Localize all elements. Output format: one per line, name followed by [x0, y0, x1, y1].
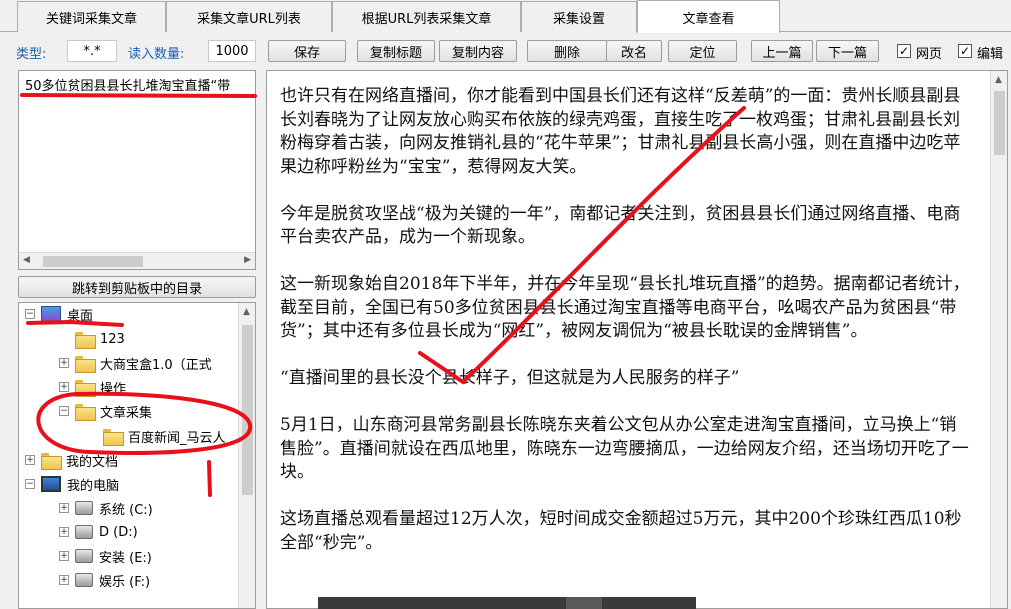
collapse-icon[interactable]: − [25, 479, 35, 489]
copy-content-button[interactable]: 复制内容 [439, 40, 517, 62]
article-paragraph: 这场直播总观看量超过12万人次，短时间成交金额超过5万元，其中200个珍珠红西瓜… [280, 509, 962, 553]
count-label: 读入数量: [128, 47, 185, 62]
edit-checkbox[interactable]: ✓ [958, 44, 972, 58]
article-viewer[interactable]: 也许只有在网络直播间，你才能看到中国县长们还有这样“反差萌”的一面：贵州长顺县副… [266, 70, 1008, 609]
desktop-icon [41, 305, 61, 323]
scroll-right-icon[interactable]: ▶ [244, 255, 251, 265]
expand-icon[interactable]: + [59, 551, 69, 561]
collapse-icon[interactable]: − [59, 406, 69, 416]
web-checkbox-label: 网页 [916, 47, 943, 62]
tree-node-my-documents[interactable]: + 我的文档 [25, 449, 118, 471]
list-item[interactable]: 50多位贫困县县长扎堆淘宝直播“带 [25, 75, 257, 94]
tree-scrollbar[interactable]: ▲ [238, 303, 255, 608]
scroll-thumb[interactable] [43, 256, 143, 267]
tree-node-baidu-news[interactable]: 百度新闻_马云人 [103, 425, 226, 447]
folder-icon [41, 452, 62, 470]
folder-icon [75, 403, 96, 421]
jump-to-clipboard-dir-button[interactable]: 跳转到剪贴板中的目录 [18, 276, 256, 298]
count-input[interactable]: 1000 [208, 40, 256, 62]
rename-button[interactable]: 改名 [606, 40, 662, 62]
open-folder-icon [103, 428, 124, 446]
save-button[interactable]: 保存 [268, 40, 346, 62]
checkmark-icon: ✓ [959, 44, 971, 58]
tab-settings[interactable]: 采集设置 [521, 1, 637, 32]
tree-node-drive-f[interactable]: + 娱乐 (F:) [59, 569, 150, 591]
article-paragraph: 今年是脱贫攻坚战“极为关键的一年”，南都记者关注到，贫困县县长们通过网络直播、电… [280, 203, 961, 248]
article-paragraph: “直播间里的县长没个县长样子，但这就是为人民服务的样子” [280, 368, 740, 388]
tree-node-desktop[interactable]: − 桌面 [25, 303, 93, 325]
scroll-left-icon[interactable]: ◀ [23, 255, 30, 265]
article-scrollbar[interactable]: ▲ [990, 71, 1007, 608]
expand-icon[interactable]: + [59, 503, 69, 513]
tree-node-drive-c[interactable]: + 系统 (C:) [59, 497, 153, 519]
tree-node-drive-d[interactable]: + D (D:) [59, 521, 138, 543]
tree-node-123[interactable]: 123 [75, 328, 125, 350]
tree-node-my-computer[interactable]: − 我的电脑 [25, 473, 119, 495]
type-input[interactable]: *.* [67, 40, 117, 62]
expand-icon[interactable]: + [59, 382, 69, 392]
edit-checkbox-label: 编辑 [977, 47, 1004, 62]
drive-icon [75, 525, 93, 539]
article-paragraph: 也许只有在网络直播间，你才能看到中国县长们还有这样“反差萌”的一面：贵州长顺县副… [280, 86, 961, 177]
tab-collect-by-url[interactable]: 根据URL列表采集文章 [332, 1, 521, 32]
drive-icon [75, 501, 93, 515]
checkmark-icon: ✓ [898, 44, 910, 58]
scroll-up-icon[interactable]: ▲ [995, 75, 1002, 85]
locate-button[interactable]: 定位 [668, 40, 737, 62]
folder-tree[interactable]: − 桌面 123 + 大商宝盒1.0（正式 + 操作 − 文章采集 百度新闻_马… [18, 302, 256, 609]
tab-keyword-collect[interactable]: 关键词采集文章 [17, 1, 166, 32]
toolbar: 类型: *.* 读入数量: 1000 保存 复制标题 复制内容 删除 改名 定位… [0, 38, 1011, 66]
web-checkbox[interactable]: ✓ [897, 44, 911, 58]
scroll-up-icon[interactable]: ▲ [243, 307, 250, 317]
article-paragraph: 这一新现象始自2018年下半年，并在今年呈现“县长扎堆玩直播”的趋势。据南都记者… [280, 274, 970, 341]
drive-icon [75, 573, 93, 587]
taskbar-strip [318, 597, 696, 609]
expand-icon[interactable]: + [59, 358, 69, 368]
tab-bar: 关键词采集文章 采集文章URL列表 根据URL列表采集文章 采集设置 文章查看 [0, 0, 1011, 33]
delete-button[interactable]: 删除 [527, 40, 607, 62]
type-label: 类型: [16, 47, 47, 62]
article-file-list[interactable]: 50多位贫困县县长扎堆淘宝直播“带 ◀ ▶ [18, 70, 256, 270]
folder-icon [75, 355, 96, 373]
folder-icon [75, 331, 96, 349]
computer-icon [41, 476, 61, 492]
copy-title-button[interactable]: 复制标题 [357, 40, 435, 62]
prev-button[interactable]: 上一篇 [751, 40, 813, 62]
expand-icon[interactable]: + [59, 527, 69, 537]
article-paragraph: 5月1日，山东商河县常务副县长陈晓东夹着公文包从办公室走进淘宝直播间，立马换上“… [280, 415, 969, 482]
tree-node-drive-e[interactable]: + 安装 (E:) [59, 545, 152, 567]
drive-icon [75, 549, 93, 563]
article-body[interactable]: 也许只有在网络直播间，你才能看到中国县长们还有这样“反差萌”的一面：贵州长顺县副… [280, 85, 970, 579]
tree-node-dashang[interactable]: + 大商宝盒1.0（正式 [59, 352, 212, 374]
collapse-icon[interactable]: − [25, 309, 35, 319]
tab-url-list[interactable]: 采集文章URL列表 [166, 1, 332, 32]
expand-icon[interactable]: + [59, 575, 69, 585]
folder-icon [75, 379, 96, 397]
next-button[interactable]: 下一篇 [816, 40, 879, 62]
expand-icon[interactable]: + [25, 455, 35, 465]
scroll-thumb[interactable] [242, 325, 253, 495]
tab-article-view[interactable]: 文章查看 [637, 0, 780, 33]
scroll-thumb[interactable] [994, 91, 1005, 155]
tree-node-operations[interactable]: + 操作 [59, 376, 126, 398]
horizontal-scrollbar[interactable]: ◀ ▶ [19, 252, 255, 269]
tree-node-article-collect[interactable]: − 文章采集 [59, 400, 152, 422]
